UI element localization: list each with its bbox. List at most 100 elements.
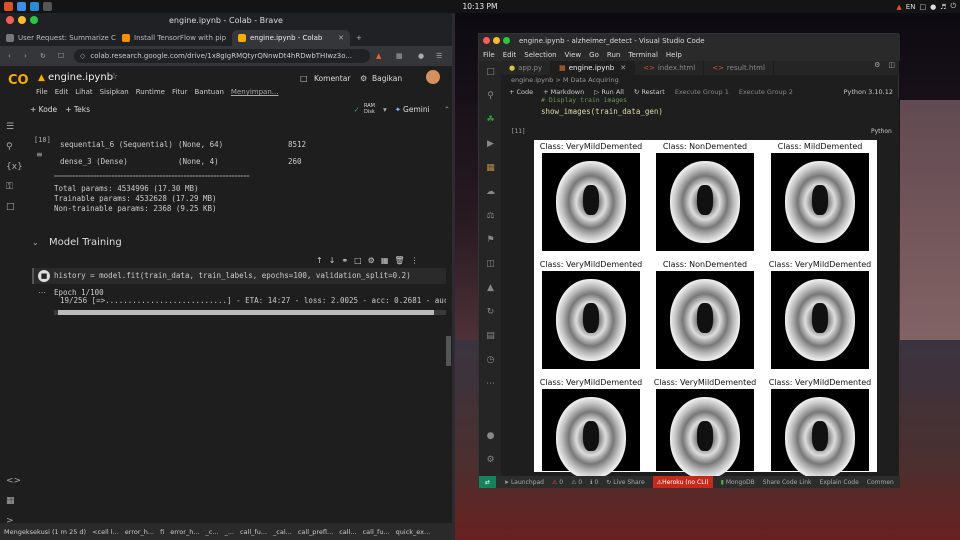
cell-more-icon[interactable]: ⋮ xyxy=(411,256,419,265)
horizontal-scrollbar[interactable] xyxy=(54,310,446,315)
output-menu-icon[interactable]: ⋯ xyxy=(38,288,46,297)
runtime-dropdown-icon[interactable]: ▾ xyxy=(383,105,387,114)
execute-group-1-button[interactable]: Execute Group 1 xyxy=(675,88,729,96)
errors-indicator[interactable]: ⚠ 0 xyxy=(552,479,563,486)
colab-logo[interactable]: CO xyxy=(8,73,30,88)
secrets-icon[interactable]: ⚿ xyxy=(6,182,17,193)
site-info-icon[interactable]: ◇ xyxy=(80,52,85,60)
breadcrumb[interactable]: engine.ipynb > M Data Acquiring xyxy=(501,75,899,85)
info-indicator[interactable]: ℹ 0 xyxy=(590,479,598,486)
docker-icon[interactable]: ▲ xyxy=(485,283,496,294)
share-button[interactable]: Bagikan xyxy=(372,74,402,83)
comment-button[interactable]: Commen xyxy=(867,479,894,486)
menu-view[interactable]: Lihat xyxy=(75,88,92,96)
run-debug-icon[interactable]: ▶ xyxy=(485,139,496,150)
mongodb-button[interactable]: ▮ MongoDB xyxy=(721,479,755,486)
warnings-indicator[interactable]: ⚠ 0 xyxy=(571,479,582,486)
toc-icon[interactable]: ☰ xyxy=(6,122,17,133)
scrollbar-thumb[interactable] xyxy=(57,310,435,315)
menu-help[interactable]: Help xyxy=(666,51,682,59)
command-palette-icon[interactable]: ▦ xyxy=(6,496,17,507)
notebook-title[interactable]: engine.ipynb xyxy=(48,72,113,83)
minimize-window-button[interactable] xyxy=(18,16,26,24)
network-icon[interactable]: ● xyxy=(930,3,936,11)
menu-insert[interactable]: Sisipkan xyxy=(100,88,129,96)
clock[interactable]: 10:13 PM xyxy=(450,2,510,11)
explain-code-button[interactable]: Explain Code xyxy=(820,479,859,486)
menu-selection[interactable]: Selection xyxy=(524,51,556,59)
brave-launcher-icon[interactable] xyxy=(4,2,13,11)
language-indicator[interactable]: EN xyxy=(906,3,916,11)
code-line[interactable]: show_images(train_data_gen) xyxy=(541,107,663,116)
manage-gear-icon[interactable]: ⚙ xyxy=(485,455,496,466)
cell-settings-icon[interactable]: ⚙ xyxy=(368,256,375,265)
testing-icon[interactable]: ⚖ xyxy=(485,211,496,222)
extensions-icon[interactable]: ▦ xyxy=(396,52,403,60)
close-window-button[interactable] xyxy=(483,37,490,44)
code-cell[interactable]: ■ history = model.fit(train_data, train_… xyxy=(32,268,446,284)
share-code-link-button[interactable]: Share Code Link xyxy=(763,479,812,486)
move-down-icon[interactable]: ↓ xyxy=(329,256,336,265)
search-icon[interactable]: ⚲ xyxy=(485,91,496,102)
extensions-icon[interactable]: ▦ xyxy=(485,163,496,174)
brave-tray-icon[interactable]: ▲ xyxy=(896,3,901,11)
menu-edit[interactable]: Edit xyxy=(55,88,69,96)
execute-group-2-button[interactable]: Execute Group 2 xyxy=(739,88,793,96)
reload-icon[interactable]: ↻ xyxy=(40,52,46,60)
menu-edit[interactable]: Edit xyxy=(503,51,517,59)
menu-help[interactable]: Bantuan xyxy=(194,88,223,96)
comment-cell-icon[interactable]: □ xyxy=(354,256,362,265)
split-editor-icon[interactable]: ◫ xyxy=(884,61,899,75)
menu-view[interactable]: View xyxy=(565,51,582,59)
section-collapse-icon[interactable]: ⌄ xyxy=(32,238,39,247)
collapse-toolbar-icon[interactable]: ⌃ xyxy=(444,105,450,114)
menu-file[interactable]: File xyxy=(36,88,48,96)
launchpad-button[interactable]: ➤ Launchpad xyxy=(504,479,544,486)
delete-cell-icon[interactable]: 🗑 xyxy=(394,256,404,265)
run-all-button[interactable]: ▷ Run All xyxy=(594,88,624,96)
menu-run[interactable]: Run xyxy=(607,51,620,59)
add-code-button[interactable]: + Kode xyxy=(30,105,57,114)
bookmarks-icon[interactable]: ⚑ xyxy=(485,235,496,246)
menu-go[interactable]: Go xyxy=(589,51,599,59)
tab-user-request[interactable]: User Request: Summarize Conve xyxy=(0,30,116,46)
accounts-icon[interactable]: ● xyxy=(485,431,496,442)
share-icon[interactable]: ⚙ xyxy=(360,74,367,83)
kernel-picker[interactable]: Python 3.10.12 xyxy=(844,88,893,96)
output-toggle-icon[interactable]: ≡ xyxy=(36,150,43,159)
close-tab-icon[interactable]: ✕ xyxy=(620,64,626,72)
source-control-icon[interactable]: ☘ xyxy=(485,115,496,126)
live-share-button[interactable]: ↻ Live Share xyxy=(606,479,644,486)
tab-result-html[interactable]: <> result.html xyxy=(704,61,774,75)
mirror-cell-icon[interactable]: ▦ xyxy=(381,256,389,265)
menu-tools[interactable]: Fitur xyxy=(172,88,188,96)
new-tab-button[interactable]: + xyxy=(350,30,370,46)
cell-language[interactable]: Python xyxy=(871,128,892,135)
comment-button[interactable]: Komentar xyxy=(314,74,350,83)
menu-runtime[interactable]: Runtime xyxy=(136,88,165,96)
clipboard-icon[interactable]: □ xyxy=(919,3,926,11)
explorer-icon[interactable]: □ xyxy=(485,67,496,78)
comment-icon[interactable]: □ xyxy=(300,74,308,83)
add-text-button[interactable]: + Teks xyxy=(65,105,90,114)
minimize-window-button[interactable] xyxy=(493,37,500,44)
profile-icon[interactable]: ● xyxy=(418,52,424,60)
live-share-icon[interactable]: ↻ xyxy=(485,307,496,318)
vertical-scrollbar[interactable] xyxy=(446,336,451,366)
brave-titlebar[interactable]: engine.ipynb - Colab - Brave xyxy=(0,13,452,28)
add-code-cell-button[interactable]: + Code xyxy=(509,88,533,96)
volume-icon[interactable]: ♬ xyxy=(940,3,946,11)
close-tab-icon[interactable]: ✕ xyxy=(338,34,344,42)
tab-engine-colab[interactable]: engine.ipynb - Colab ✕ xyxy=(232,30,350,46)
search-icon[interactable]: ⚲ xyxy=(6,142,17,153)
close-window-button[interactable] xyxy=(6,16,14,24)
remote-icon[interactable]: ☁ xyxy=(485,187,496,198)
add-markdown-cell-button[interactable]: + Markdown xyxy=(543,88,584,96)
remote-indicator-icon[interactable]: ⇄ xyxy=(479,476,497,488)
timeline-icon[interactable]: ▤ xyxy=(485,331,496,342)
terminal-launcher-icon[interactable] xyxy=(43,2,52,11)
avatar[interactable] xyxy=(426,70,440,84)
database-icon[interactable]: ◫ xyxy=(485,259,496,270)
files-icon[interactable]: □ xyxy=(6,202,17,213)
forward-icon[interactable]: › xyxy=(24,52,27,60)
